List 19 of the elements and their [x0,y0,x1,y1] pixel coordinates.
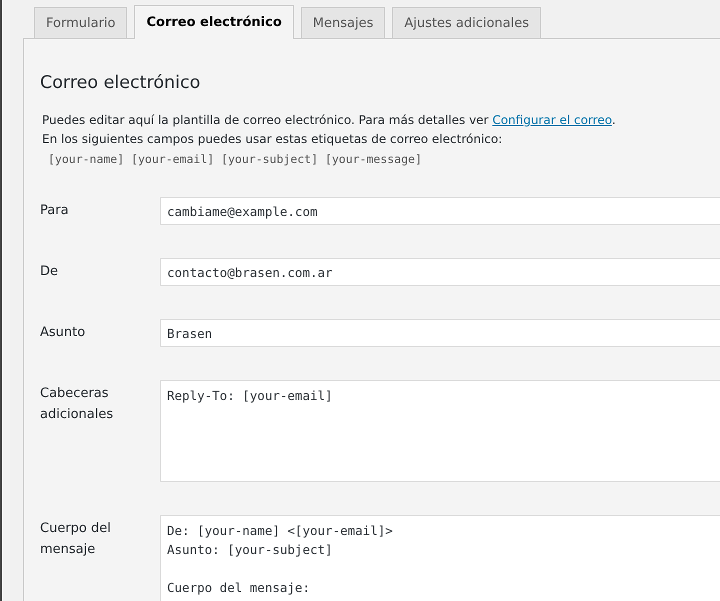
input-field[interactable]: Brasen [160,319,720,347]
tab[interactable]: Ajustes adicionales [392,7,541,39]
input-field[interactable]: cambiame@example.com [160,197,720,225]
section-heading: Correo electrónico [40,73,202,93]
field-label: Asunto [40,324,86,342]
tab[interactable]: Mensajes [300,7,386,39]
tab[interactable]: Correo electrónico [134,5,294,39]
field-label: Cuerpo del mensaje [40,520,112,559]
configure-mail-link[interactable]: Configurar el correo [492,113,612,127]
tab[interactable]: Formulario [34,7,128,39]
input-field[interactable]: contacto@brasen.com.ar [160,258,720,286]
field-label: Para [40,202,70,220]
field-label: De [40,263,60,281]
mail-tags: [your-name] [your-email] [your-subject] [your-message] [48,151,720,167]
textarea-field[interactable]: De: [your-name] <[your-email]> Asunto: [your-subject] Cuerpo del mensaje: [160,515,720,601]
field-label: Cabeceras adicionales [40,385,114,424]
description-text: Puedes editar aquí la plantilla de correo electrónico. Para más detalles ver Configurar el correo. [42,112,617,129]
textarea-field[interactable]: Reply-To: [your-email] [160,380,720,482]
tags-note: En los siguientes campos puedes usar estas etiquetas de correo electrónico: [42,131,504,148]
